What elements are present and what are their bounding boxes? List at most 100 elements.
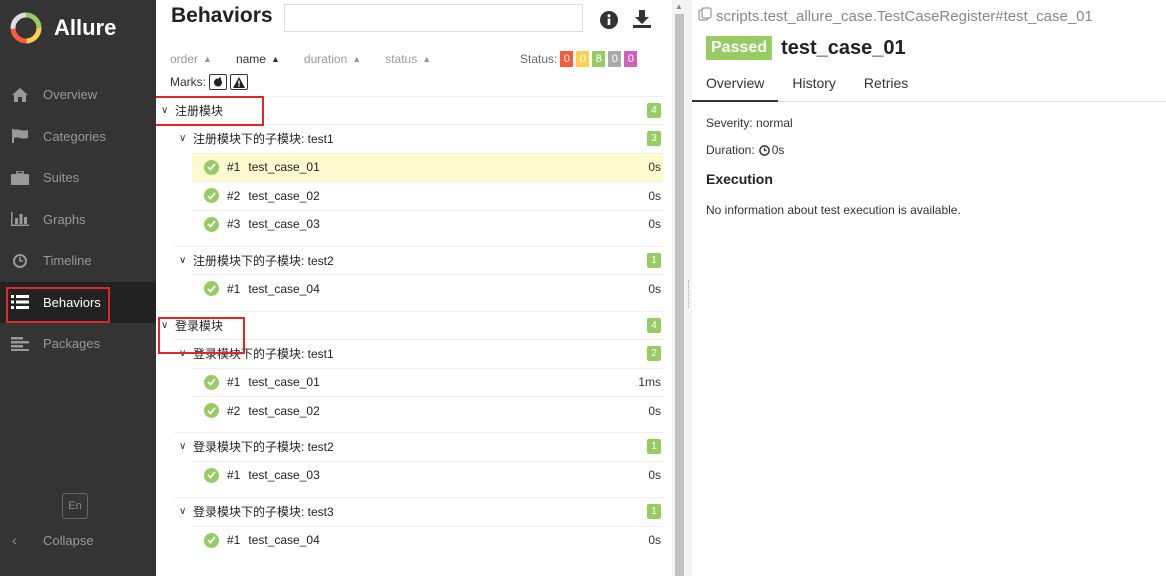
status-filter-passed[interactable]: 8 <box>592 51 606 67</box>
home-icon <box>10 87 30 103</box>
test-row[interactable]: #1 test_case_01 0s <box>192 152 663 181</box>
download-icon[interactable] <box>632 9 652 29</box>
chevron-down-icon: ∨ <box>179 441 187 453</box>
test-number: #1 <box>227 281 241 296</box>
passed-check-icon <box>204 532 219 548</box>
tree-subgroup[interactable]: ∨ 登录模块下的子模块: test2 1 <box>174 432 663 460</box>
test-row[interactable]: #2 test_case_02 0s <box>192 396 663 424</box>
duration-value: 0s <box>771 143 785 157</box>
test-number: #3 <box>227 217 241 232</box>
test-duration: 0s <box>648 188 661 203</box>
sort-icon: ▲︎ <box>352 54 362 64</box>
test-duration: 0s <box>648 533 661 548</box>
copy-icon[interactable] <box>698 7 712 25</box>
test-name: test_case_02 <box>248 188 320 203</box>
sidebar-item-behaviors[interactable]: Behaviors <box>0 281 156 323</box>
language-button[interactable]: En <box>62 493 88 519</box>
sidebar-item-label: Categories <box>43 128 106 144</box>
marks-label: Marks: <box>170 75 206 89</box>
test-row[interactable]: #1 test_case_04 0s <box>192 274 663 302</box>
tab-overview[interactable]: Overview <box>692 70 779 102</box>
behaviors-pane: Behaviors order ▲︎ name ▲︎ duration ▲︎ stat… <box>156 0 672 576</box>
sidebar-item-label: Timeline <box>43 253 92 269</box>
status-filter-failed[interactable]: 0 <box>560 51 574 67</box>
collapse-button[interactable]: ‹ Collapse <box>0 528 94 552</box>
test-duration: 0s <box>648 403 661 418</box>
test-path[interactable]: scripts.test_allure_case.TestCaseRegiste… <box>698 7 1093 25</box>
tree-group[interactable]: ∨ 登录模块 4 <box>156 310 663 339</box>
tree-subgroup[interactable]: ∨ 注册模块下的子模块: test2 1 <box>174 246 663 274</box>
sidebar-item-overview[interactable]: Overview <box>0 74 156 116</box>
list-icon <box>10 294 30 310</box>
sort-name[interactable]: name ▲︎ <box>236 52 280 66</box>
flaky-mark-icon[interactable] <box>209 74 227 90</box>
detail-tabs: Overview History Retries <box>692 70 1166 102</box>
test-row[interactable]: #3 test_case_03 0s <box>192 209 663 238</box>
status-filter: Status: 00800 <box>520 51 638 67</box>
test-number: #1 <box>227 160 241 175</box>
test-row[interactable]: #1 test_case_04 0s <box>192 525 663 554</box>
tree-subgroup[interactable]: ∨ 登录模块下的子模块: test3 1 <box>174 497 663 525</box>
count-badge: 1 <box>647 439 661 455</box>
sidebar-item-graphs[interactable]: Graphs <box>0 199 156 241</box>
status-badge: Passed <box>706 36 773 60</box>
allure-logo-icon <box>10 12 42 44</box>
tab-retries[interactable]: Retries <box>850 70 922 102</box>
sort-order[interactable]: order ▲︎ <box>170 52 212 66</box>
passed-check-icon <box>204 216 219 232</box>
subgroup-label: 登录模块下的子模块: test1 <box>193 347 334 362</box>
sidebar-item-label: Suites <box>43 170 80 186</box>
resize-handle[interactable] <box>688 280 690 308</box>
duration: Duration: 0s <box>706 143 784 157</box>
collapse-label: Collapse <box>43 532 94 548</box>
sidebar-item-label: Behaviors <box>43 294 101 310</box>
sidebar-item-label: Packages <box>43 336 101 352</box>
test-row[interactable]: #2 test_case_02 0s <box>192 181 663 209</box>
status-filter-broken[interactable]: 0 <box>576 51 590 67</box>
test-row[interactable]: #1 test_case_03 0s <box>192 460 663 489</box>
sidebar-item-timeline[interactable]: Timeline <box>0 240 156 282</box>
sidebar-item-label: Overview <box>43 87 98 103</box>
test-row[interactable]: #1 test_case_01 1ms <box>192 367 663 396</box>
chevron-down-icon: ∨ <box>179 255 187 266</box>
test-duration: 0s <box>648 217 661 232</box>
info-icon[interactable] <box>600 11 618 29</box>
status-filter-unknown[interactable]: 0 <box>624 51 638 67</box>
execution-text: No information about test execution is a… <box>706 203 961 217</box>
test-name: test_case_03 <box>248 217 320 232</box>
test-number: #1 <box>227 468 241 483</box>
count-badge: 4 <box>647 103 661 118</box>
app-name: Allure <box>54 15 117 40</box>
flag-icon <box>10 128 30 144</box>
app-logo[interactable]: Allure <box>10 10 116 46</box>
search-input[interactable] <box>284 4 583 32</box>
sidebar-item-packages[interactable]: Packages <box>0 323 156 365</box>
test-number: #1 <box>227 375 241 390</box>
sort-duration[interactable]: duration ▲︎ <box>304 52 361 66</box>
test-title: test_case_01 <box>781 36 906 59</box>
clock-icon <box>758 144 770 156</box>
sidebar-item-categories[interactable]: Categories <box>0 116 156 158</box>
count-badge: 1 <box>647 253 661 268</box>
scrollbar[interactable] <box>675 14 684 576</box>
align-left-icon <box>10 336 30 352</box>
sidebar-item-suites[interactable]: Suites <box>0 157 156 199</box>
sort-bar: order ▲︎ name ▲︎ duration ▲︎ status ▲︎ <box>170 52 455 66</box>
sort-status[interactable]: status ▲︎ <box>385 52 431 66</box>
severity: Severity: normal <box>706 116 793 130</box>
tab-history[interactable]: History <box>778 70 850 102</box>
sort-icon: ▲︎ <box>270 54 280 64</box>
passed-check-icon <box>204 374 219 390</box>
count-badge: 3 <box>647 131 661 147</box>
clock-icon <box>10 253 30 269</box>
warning-mark-icon[interactable] <box>230 74 248 90</box>
status-filter-skipped[interactable]: 0 <box>608 51 622 67</box>
execution-heading: Execution <box>706 171 773 187</box>
tree-subgroup[interactable]: ∨ 登录模块下的子模块: test1 2 <box>174 339 663 367</box>
tree-group[interactable]: ∨ 注册模块 4 <box>156 96 663 124</box>
chevron-down-icon: ∨ <box>161 105 169 116</box>
sort-name-label: name <box>235 52 266 66</box>
tree-subgroup[interactable]: ∨ 注册模块下的子模块: test1 3 <box>174 124 663 152</box>
subgroup-label: 注册模块下的子模块: test2 <box>193 254 334 268</box>
scroll-up-icon[interactable]: ▲︎ <box>675 2 683 11</box>
